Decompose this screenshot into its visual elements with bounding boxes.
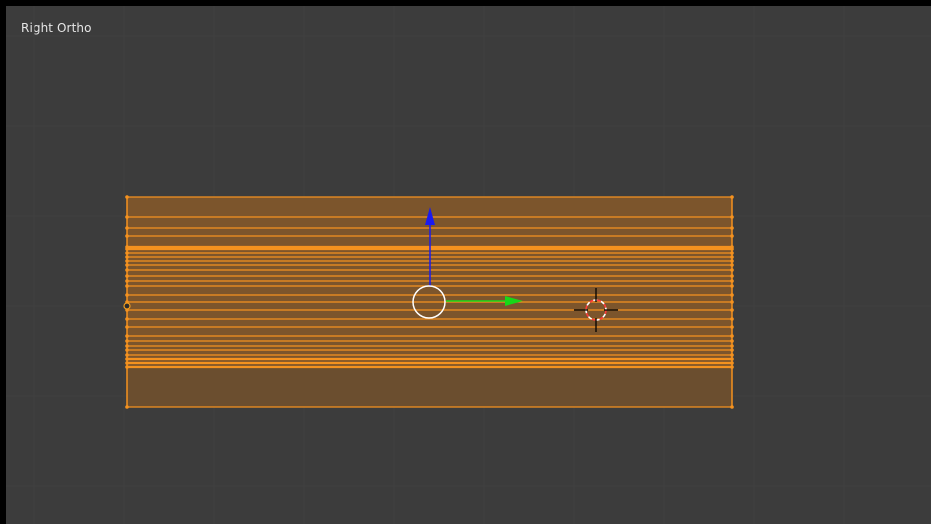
mesh-vertex (125, 334, 129, 338)
mesh-vertex (730, 300, 734, 304)
mesh-vertex (125, 353, 129, 357)
mesh-vertex (730, 263, 734, 267)
mesh-face-bottom (127, 367, 732, 407)
mesh-vertex (730, 215, 734, 219)
mesh-vertex (730, 234, 734, 238)
mesh-vertex (730, 348, 734, 352)
mesh-vertex (125, 317, 129, 321)
mesh-vertex (125, 405, 129, 409)
mesh-vertex (125, 344, 129, 348)
mesh-vertex (125, 339, 129, 343)
mesh-vertex (125, 357, 129, 361)
mesh-vertex (730, 255, 734, 259)
mesh-vertex (125, 247, 129, 251)
mesh-vertex (730, 357, 734, 361)
mesh-vertex (125, 259, 129, 263)
mesh-vertex (730, 308, 734, 312)
mesh-vertex (730, 334, 734, 338)
mesh-vertex (730, 259, 734, 263)
mesh-vertex (125, 284, 129, 288)
mesh-vertex (125, 255, 129, 259)
mesh-vertex (730, 247, 734, 251)
mesh-vertex (125, 365, 129, 369)
mesh-vertex (730, 284, 734, 288)
mesh-vertex (730, 405, 734, 409)
mesh-vertex (125, 361, 129, 365)
mesh-vertex (730, 339, 734, 343)
mesh-vertex (730, 353, 734, 357)
mesh-vertex (730, 274, 734, 278)
mesh-vertex (125, 274, 129, 278)
mesh-vertex (125, 325, 129, 329)
mesh-vertex (125, 268, 129, 272)
mesh-vertex (730, 365, 734, 369)
mesh-vertex (730, 251, 734, 255)
mesh-vertex (125, 251, 129, 255)
mesh-vertex (125, 226, 129, 230)
object-origin-dot[interactable] (123, 302, 131, 310)
mesh-vertex (125, 215, 129, 219)
mesh-vertex (125, 195, 129, 199)
mesh-vertex (730, 268, 734, 272)
mesh-vertex (125, 293, 129, 297)
mesh-vertex (730, 226, 734, 230)
mesh-vertex (730, 361, 734, 365)
viewport-scene[interactable] (6, 6, 931, 524)
mesh-vertex (730, 279, 734, 283)
mesh-vertex (730, 195, 734, 199)
mesh-vertex (730, 317, 734, 321)
3d-viewport[interactable]: Right Ortho (6, 6, 931, 524)
mesh-vertex (125, 234, 129, 238)
mesh-vertex (730, 293, 734, 297)
mesh-vertex (730, 344, 734, 348)
mesh-vertex (125, 348, 129, 352)
mesh-vertex (125, 279, 129, 283)
mesh-vertex (125, 263, 129, 267)
mesh-vertex (730, 325, 734, 329)
